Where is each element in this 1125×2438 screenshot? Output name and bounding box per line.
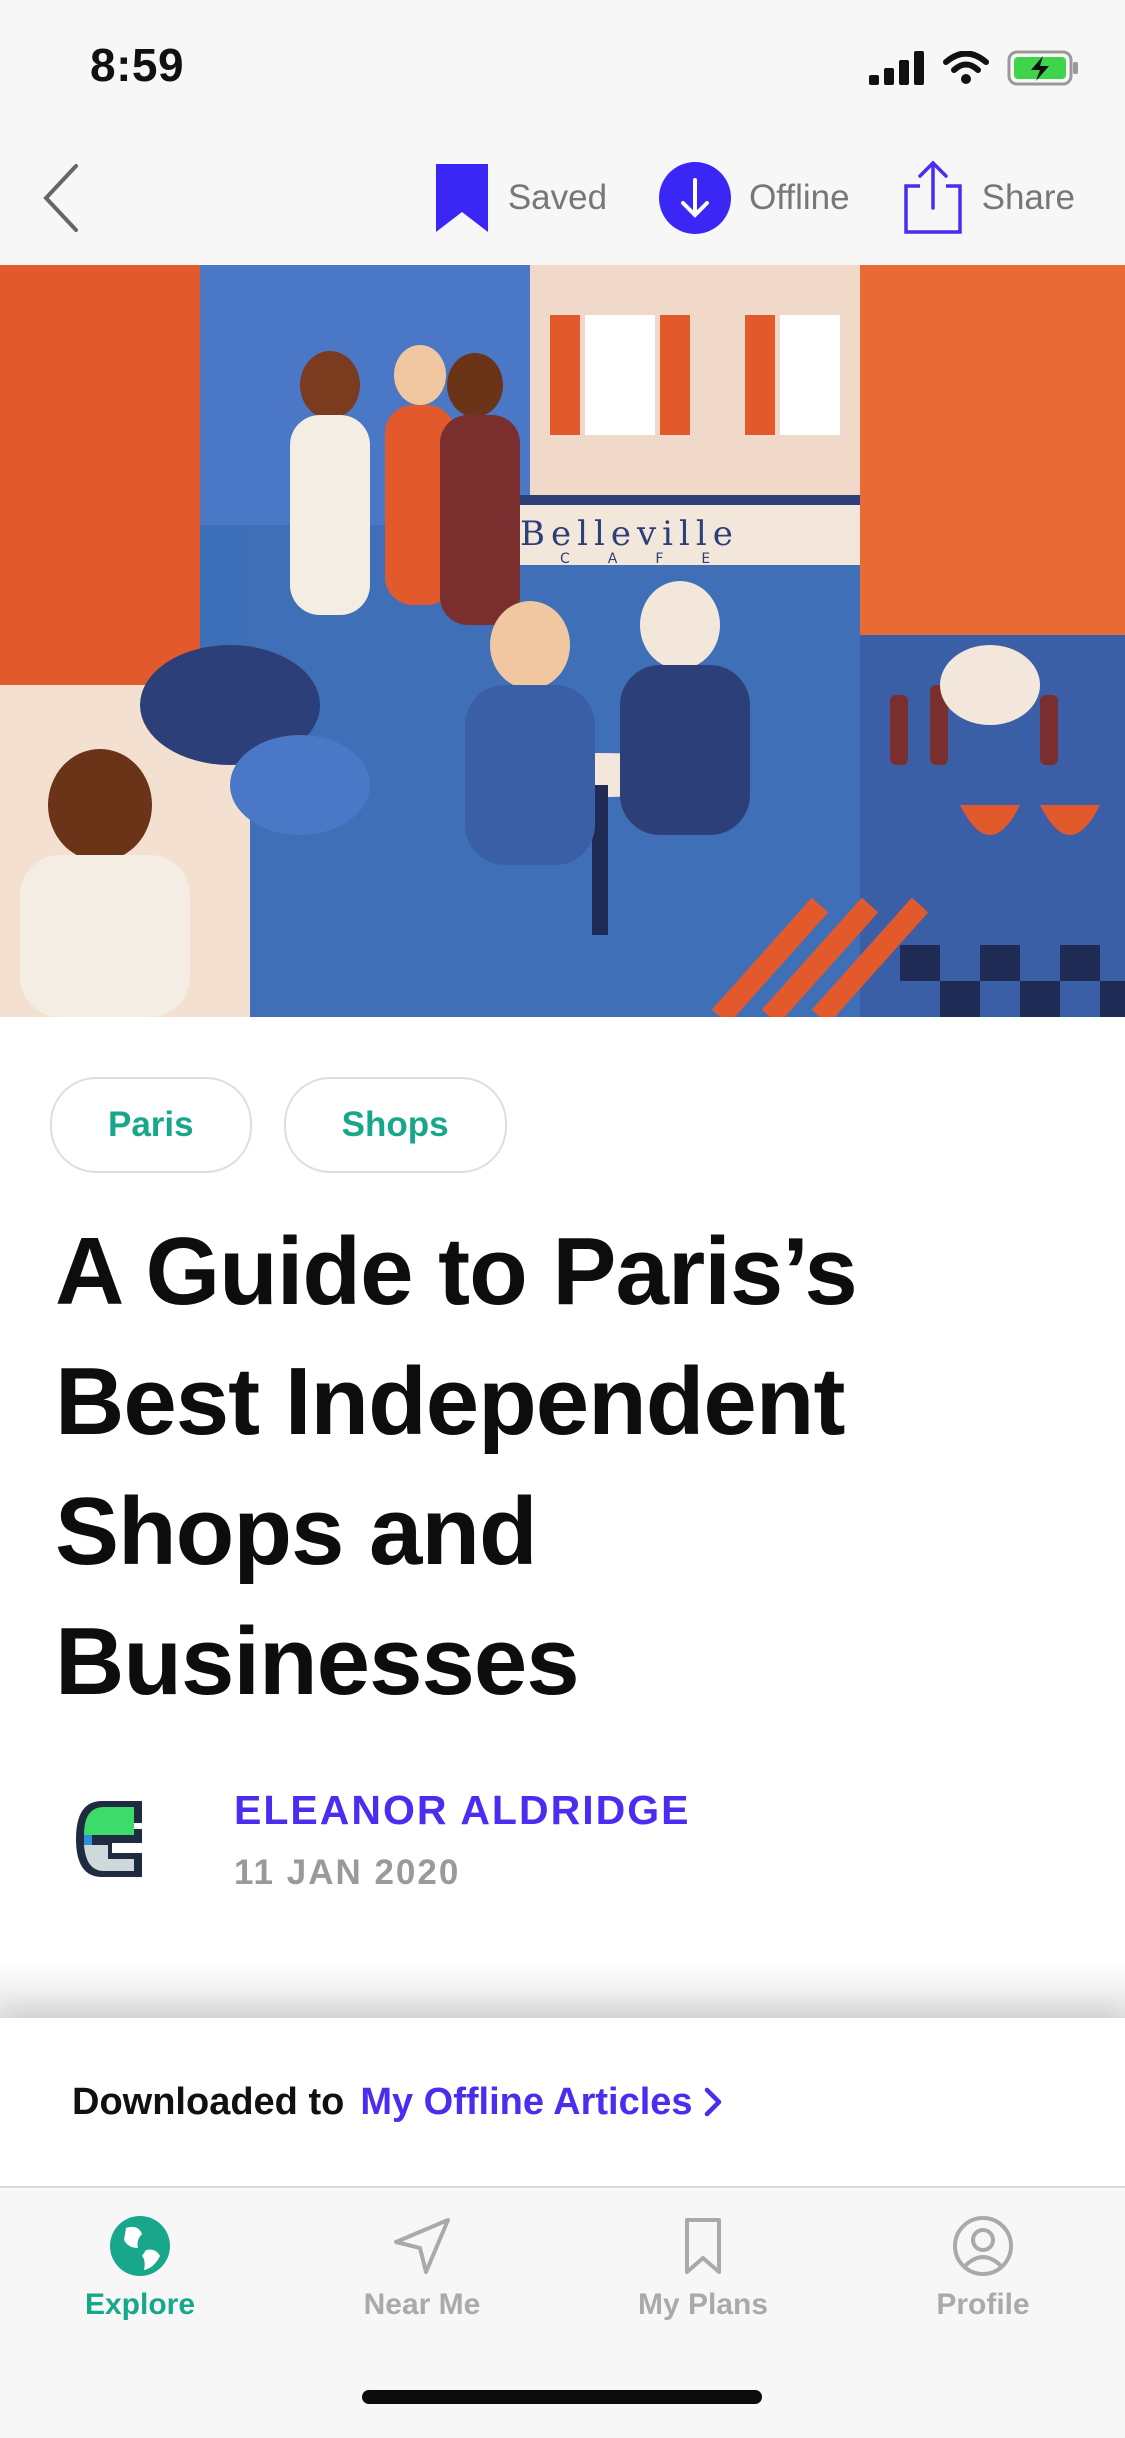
profile-icon [953,2216,1013,2276]
share-label: Share [981,178,1075,217]
tab-near-me-label: Near Me [363,2288,481,2321]
content-fade [0,1960,1125,2020]
banner-text: Downloaded to [72,2080,345,2123]
cafe-sign-sub: CAFE [560,551,748,567]
paris-street-illustration: Belleville CAFE [0,265,1125,1017]
nav-bar: Saved Offline Share [0,130,1125,266]
tab-explore-label: Explore [84,2288,196,2321]
publish-date: 11 JAN 2020 [234,1853,461,1892]
tag-list: Paris Shops [50,1077,507,1173]
location-arrow-icon [394,2218,450,2274]
saved-button[interactable]: Saved [434,162,607,234]
offline-banner: Downloaded to My Offline Articles [0,2018,1125,2186]
tag-paris[interactable]: Paris [50,1077,252,1173]
tab-profile[interactable]: Profile [873,2214,1093,2322]
globe-icon [110,2216,170,2276]
article-actions: Saved Offline Share [434,158,1075,238]
tab-profile-label: Profile [936,2288,1030,2321]
tab-my-plans[interactable]: My Plans [593,2214,813,2322]
back-chevron-icon[interactable] [38,158,88,238]
download-circle-icon [659,162,732,234]
tag-shops[interactable]: Shops [283,1077,507,1173]
author-avatar-logo[interactable] [72,1793,144,1885]
cellular-signal-icon [869,51,924,85]
article-title: A Guide to Paris’s Best Independent Shop… [55,1207,1055,1727]
offline-button[interactable]: Offline [659,162,850,234]
hero-illustration: Belleville CAFE [0,265,1125,1017]
tab-my-plans-label: My Plans [637,2288,769,2321]
share-icon [903,160,962,234]
bookmark-icon [685,2218,721,2274]
bookmark-filled-icon [435,164,488,232]
title-line: Shops and [55,1478,538,1585]
offline-articles-link-label: My Offline Articles [360,2080,693,2123]
offline-articles-link[interactable]: My Offline Articles [360,2081,722,2124]
tab-near-me[interactable]: Near Me [312,2214,532,2322]
article-content: Paris Shops A Guide to Paris’s Best Inde… [0,1017,1125,2017]
cafe-sign: Belleville [520,514,739,554]
title-line: A Guide to Paris’s [55,1218,858,1325]
tab-explore[interactable]: Explore [30,2214,250,2322]
title-line: Businesses [55,1608,580,1715]
wifi-icon [943,51,989,84]
battery-charging-icon [1007,50,1078,86]
home-indicator[interactable] [362,2390,762,2404]
saved-label: Saved [507,178,608,217]
status-time: 8:59 [90,39,185,91]
author-name[interactable]: ELEANOR ALDRIDGE [234,1787,690,1834]
title-line: Best Independent [55,1348,845,1455]
status-icons [869,48,1079,88]
chevron-right-icon [704,2087,721,2117]
share-button[interactable]: Share [902,160,1075,236]
offline-label: Offline [749,178,850,217]
status-bar: 8:59 [0,0,1125,130]
